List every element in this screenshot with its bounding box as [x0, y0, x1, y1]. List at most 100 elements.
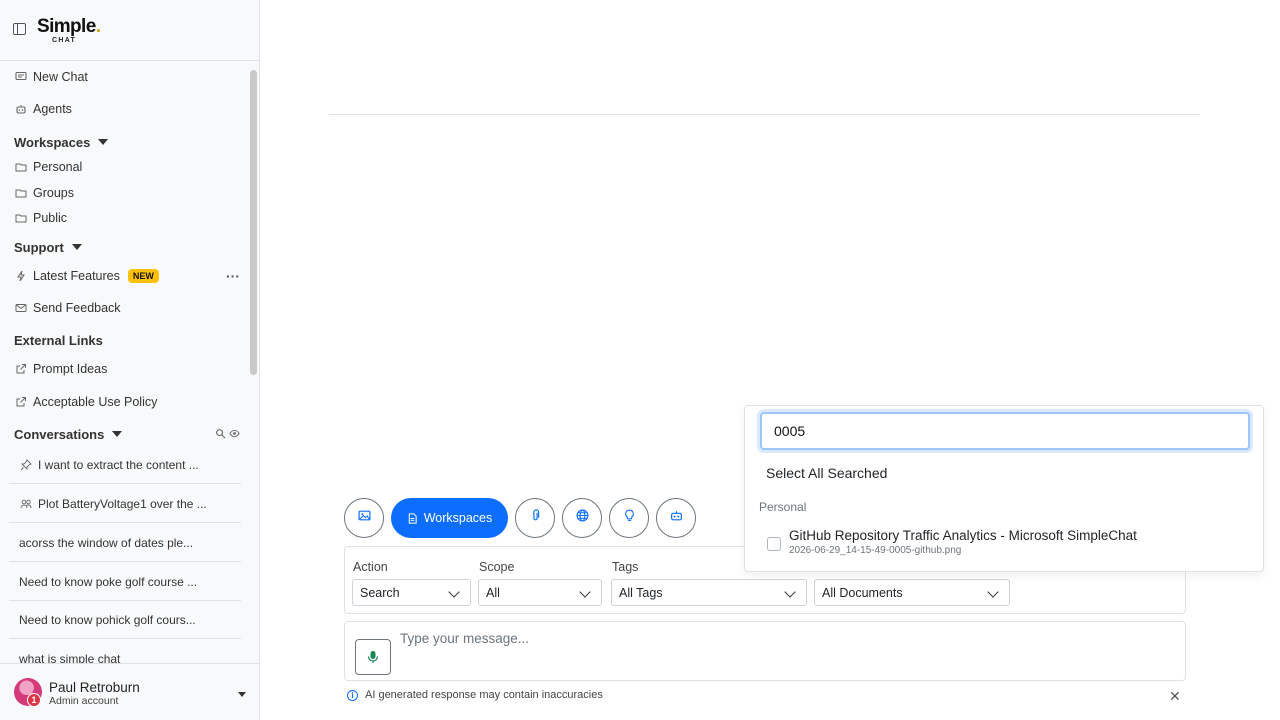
conversation-tools — [215, 428, 240, 439]
caret-down-icon[interactable] — [238, 692, 246, 697]
message-placeholder: Type your message... — [400, 631, 530, 646]
document-filename: 2026-06-29_14-15-49-0005-github.png — [789, 545, 962, 556]
document-search-input[interactable]: 0005 — [760, 412, 1250, 450]
voice-input-button[interactable] — [355, 639, 391, 675]
sidebar-item-label: Acceptable Use Policy — [33, 395, 158, 409]
external-link-icon — [14, 396, 27, 409]
close-icon[interactable]: ✕ — [1169, 689, 1181, 703]
conversation-item[interactable]: acorss the window of dates ple... — [9, 524, 241, 562]
web-search-button[interactable] — [562, 498, 602, 538]
user-role: Admin account — [49, 695, 119, 707]
document-checkbox[interactable] — [767, 537, 781, 551]
sidebar-item-groups[interactable]: Groups — [14, 183, 74, 203]
conversation-title: what is simple chat — [19, 651, 121, 664]
folder-icon — [14, 161, 27, 174]
conversation-title: acorss the window of dates ple... — [19, 535, 194, 550]
info-icon: i — [347, 689, 358, 701]
sidebar-item-send-feedback[interactable]: Send Feedback — [14, 298, 121, 318]
external-link-icon — [14, 363, 27, 376]
eye-icon[interactable] — [229, 428, 240, 439]
pin-icon — [19, 458, 32, 471]
image-button[interactable] — [344, 498, 384, 538]
scope-value: All — [486, 585, 500, 600]
sidebar-item-public[interactable]: Public — [14, 208, 67, 228]
conversation-item[interactable]: Plot BatteryVoltage1 over the ... — [9, 485, 241, 523]
sidebar-item-latest-features[interactable]: Latest Features NEW — [14, 266, 159, 286]
sidebar-item-label: Latest Features — [33, 269, 120, 283]
attach-button[interactable] — [515, 498, 555, 538]
more-options-icon[interactable]: ··· — [226, 268, 240, 284]
workspaces-section-header[interactable]: Workspaces — [14, 132, 109, 152]
sidebar-header: Simple. CHAT — [0, 0, 259, 61]
paperclip-icon — [529, 509, 542, 527]
conversation-title: Need to know pohick golf cours... — [19, 612, 196, 627]
conversation-title: Need to know poke golf course ... — [19, 574, 198, 589]
workspaces-button-label: Workspaces — [423, 511, 493, 525]
user-name: Paul Retroburn — [49, 680, 140, 695]
select-all-searched[interactable]: Select All Searched — [766, 465, 887, 481]
user-menu[interactable]: 1 Paul Retroburn Admin account — [0, 663, 259, 720]
document-title: GitHub Repository Traffic Analytics - Mi… — [789, 528, 1137, 543]
document-icon — [408, 512, 417, 524]
sidebar-toggle-icon[interactable] — [13, 23, 26, 35]
tags-value: All Tags — [619, 585, 663, 600]
sidebar-item-label: Send Feedback — [33, 301, 121, 315]
conversations-section-header[interactable]: Conversations — [14, 424, 123, 444]
divider — [329, 114, 1200, 115]
logo[interactable]: Simple. CHAT — [37, 17, 101, 45]
scope-select[interactable]: All — [478, 579, 602, 606]
sidebar-item-label: Public — [33, 211, 68, 225]
search-icon[interactable] — [215, 428, 226, 439]
lightning-icon — [14, 270, 27, 283]
workspaces-button[interactable]: Workspaces — [391, 498, 508, 538]
agents-button[interactable] — [656, 498, 696, 538]
sidebar-item-new-chat[interactable]: New Chat — [14, 67, 88, 87]
sidebar-item-agents[interactable]: Agents — [14, 99, 72, 119]
tags-select[interactable]: All Tags — [611, 579, 807, 606]
chevron-down-icon — [784, 586, 796, 598]
sidebar-item-label: New Chat — [33, 70, 88, 84]
section-title: Conversations — [14, 426, 105, 442]
conversation-item[interactable]: I want to extract the content ... — [9, 446, 241, 484]
folder-icon — [14, 187, 27, 200]
sidebar-scrollbar[interactable] — [250, 70, 257, 375]
microphone-icon — [367, 651, 379, 663]
sidebar-item-prompt-ideas[interactable]: Prompt Ideas — [14, 359, 107, 379]
caret-down-icon — [71, 244, 82, 250]
conversation-item[interactable]: Need to know poke golf course ... — [9, 563, 241, 601]
group-label: Personal — [759, 500, 807, 514]
conversation-title: I want to extract the content ... — [38, 457, 199, 472]
robot-icon — [670, 509, 683, 527]
prompt-ideas-button[interactable] — [609, 498, 649, 538]
action-label: Action — [353, 560, 388, 574]
robot-icon — [14, 103, 27, 116]
action-value: Search — [360, 585, 400, 600]
scope-label: Scope — [479, 560, 515, 574]
conversation-item[interactable]: Need to know pohick golf cours... — [9, 601, 241, 639]
conversation-item[interactable]: what is simple chat — [9, 640, 241, 664]
caret-down-icon — [98, 139, 109, 145]
envelope-icon — [14, 302, 27, 315]
folder-icon — [14, 212, 27, 225]
lightbulb-icon — [623, 509, 636, 527]
document-option[interactable]: GitHub Repository Traffic Analytics - Mi… — [759, 524, 1249, 562]
sidebar-item-label: Prompt Ideas — [33, 362, 108, 376]
action-select[interactable]: Search — [352, 579, 471, 606]
document-search-dropdown: 0005 Select All Searched Personal GitHub… — [744, 405, 1264, 572]
tags-label: Tags — [612, 560, 639, 574]
disclaimer-text: AI generated response may contain inaccu… — [365, 689, 603, 701]
documents-select[interactable]: All Documents — [814, 579, 1010, 606]
external-links-header: External Links — [14, 330, 103, 350]
message-input[interactable]: Type your message... — [344, 621, 1186, 681]
section-title: External Links — [14, 332, 103, 348]
notification-badge: 1 — [27, 693, 41, 707]
chat-icon — [14, 71, 27, 84]
sidebar-item-label: Personal — [33, 160, 83, 174]
sidebar-item-personal[interactable]: Personal — [14, 157, 82, 177]
image-icon — [357, 509, 371, 527]
logo-subtext: CHAT — [52, 37, 77, 44]
sidebar-item-label: Agents — [33, 102, 72, 116]
chevron-down-icon — [448, 586, 460, 598]
support-section-header[interactable]: Support — [14, 237, 82, 257]
sidebar-item-acceptable-use[interactable]: Acceptable Use Policy — [14, 392, 157, 412]
